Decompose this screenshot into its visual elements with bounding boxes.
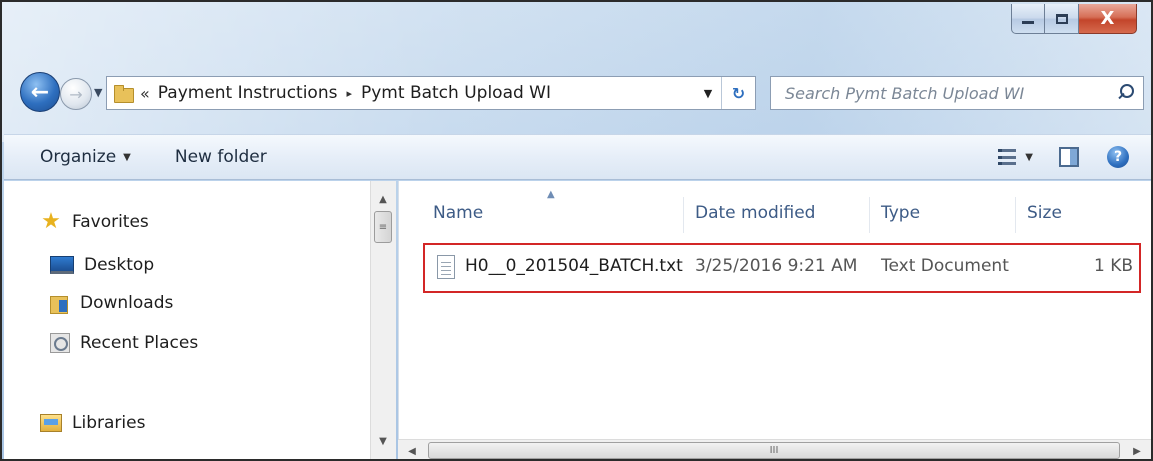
column-divider[interactable] bbox=[683, 197, 684, 233]
nav-item-recent-places[interactable]: Recent Places bbox=[50, 333, 198, 353]
refresh-button[interactable]: ↻ bbox=[721, 77, 755, 109]
maximize-icon bbox=[1055, 13, 1068, 24]
file-name: H0__0_201504_BATCH.txt bbox=[465, 256, 683, 276]
organize-button[interactable]: Organize ▼ bbox=[28, 147, 143, 167]
forward-arrow-icon: → bbox=[69, 84, 83, 104]
folder-icon bbox=[114, 85, 134, 103]
nav-favorites-label: Favorites bbox=[72, 212, 149, 232]
nav-item-desktop[interactable]: Desktop bbox=[50, 255, 154, 275]
breadcrumb-overflow-icon[interactable]: « bbox=[140, 84, 150, 103]
search-placeholder: Search Pymt Batch Upload WI bbox=[785, 83, 1025, 103]
nav-item-label: Desktop bbox=[84, 255, 155, 275]
sort-ascending-icon: ▲ bbox=[547, 189, 555, 200]
view-options-caret-icon[interactable]: ▼ bbox=[1025, 152, 1033, 163]
recent-places-icon bbox=[50, 333, 70, 353]
libraries-icon bbox=[40, 414, 62, 432]
window-chrome bbox=[2, 2, 1151, 142]
close-icon: X bbox=[1100, 8, 1115, 29]
column-header-size[interactable]: Size bbox=[1027, 203, 1062, 223]
nav-item-label: Downloads bbox=[80, 293, 174, 313]
file-type: Text Document bbox=[881, 256, 1009, 276]
file-list-horizontal-scrollbar[interactable]: ◀ III ▶ bbox=[398, 439, 1151, 459]
scroll-right-icon[interactable]: ▶ bbox=[1127, 442, 1147, 459]
maximize-button[interactable] bbox=[1045, 4, 1079, 34]
toolbar-right: ▼ ? bbox=[998, 135, 1129, 179]
column-divider[interactable] bbox=[869, 197, 870, 233]
close-button[interactable]: X bbox=[1079, 4, 1137, 34]
file-list-pane: ▲ Name Date modified Type Size H0__0_201… bbox=[398, 181, 1151, 459]
address-bar[interactable]: « Payment Instructions ▸ Pymt Batch Uplo… bbox=[106, 76, 756, 110]
search-input[interactable]: Search Pymt Batch Upload WI bbox=[770, 76, 1144, 110]
scroll-up-icon[interactable]: ▲ bbox=[371, 189, 395, 209]
help-glyph: ? bbox=[1113, 149, 1123, 165]
table-row[interactable]: H0__0_201504_BATCH.txt 3/25/2016 9:21 AM… bbox=[423, 243, 1141, 293]
refresh-icon: ↻ bbox=[731, 83, 746, 103]
nav-pane-scrollbar[interactable]: ▲ ≡ ▼ bbox=[370, 181, 396, 459]
nav-favorites[interactable]: ★ Favorites bbox=[40, 211, 149, 233]
scroll-down-icon[interactable]: ▼ bbox=[371, 431, 395, 451]
scroll-grip-icon: ≡ bbox=[378, 221, 388, 233]
organize-label: Organize bbox=[40, 147, 117, 167]
text-document-icon bbox=[437, 255, 455, 279]
nav-item-downloads[interactable]: Downloads bbox=[50, 293, 174, 314]
column-header-type[interactable]: Type bbox=[881, 203, 920, 223]
desktop-icon bbox=[50, 256, 74, 274]
scroll-grip-icon: III bbox=[769, 445, 779, 456]
navigation-pane: ★ Favorites Desktop Downloads Recent Pla… bbox=[4, 181, 370, 459]
nav-libraries-label: Libraries bbox=[72, 413, 146, 433]
scroll-left-icon[interactable]: ◀ bbox=[402, 442, 422, 459]
column-header-name[interactable]: Name bbox=[433, 203, 483, 223]
search-icon[interactable] bbox=[1115, 83, 1135, 103]
back-button[interactable]: ← bbox=[20, 72, 60, 112]
file-size: 1 KB bbox=[1093, 256, 1133, 276]
breadcrumb-pymt-batch-upload-wi[interactable]: Pymt Batch Upload WI bbox=[361, 83, 551, 103]
column-divider[interactable] bbox=[1015, 197, 1016, 233]
caption-buttons: X bbox=[1011, 4, 1137, 34]
new-folder-label: New folder bbox=[174, 147, 267, 167]
nav-scroll-thumb[interactable]: ≡ bbox=[374, 211, 392, 243]
file-date-modified: 3/25/2016 9:21 AM bbox=[695, 256, 858, 276]
breadcrumb-payment-instructions[interactable]: Payment Instructions bbox=[158, 83, 338, 103]
minimize-button[interactable] bbox=[1011, 4, 1045, 34]
forward-button[interactable]: → bbox=[60, 78, 92, 110]
downloads-folder-icon bbox=[50, 294, 70, 314]
breadcrumb-separator-icon[interactable]: ▸ bbox=[346, 87, 352, 100]
recent-locations-dropdown[interactable]: ▼ bbox=[94, 86, 102, 99]
preview-pane-icon[interactable] bbox=[1059, 147, 1079, 167]
help-icon[interactable]: ? bbox=[1107, 146, 1129, 168]
horizontal-scroll-thumb[interactable]: III bbox=[428, 442, 1120, 459]
column-header-date-modified[interactable]: Date modified bbox=[695, 203, 815, 223]
explorer-window: X ← → ▼ « Payment Instructions ▸ Pymt Ba… bbox=[0, 0, 1153, 461]
nav-item-label: Recent Places bbox=[80, 333, 199, 353]
minimize-icon bbox=[1022, 21, 1034, 24]
nav-libraries[interactable]: Libraries bbox=[40, 413, 145, 433]
organize-caret-icon: ▼ bbox=[123, 151, 131, 163]
command-bar: Organize ▼ New folder ▼ ? bbox=[4, 134, 1151, 180]
star-icon: ★ bbox=[41, 209, 61, 234]
address-dropdown-icon[interactable]: ▼ bbox=[697, 77, 719, 109]
new-folder-button[interactable]: New folder bbox=[163, 147, 279, 167]
back-arrow-icon: ← bbox=[30, 79, 50, 105]
change-view-icon[interactable] bbox=[998, 149, 1017, 165]
